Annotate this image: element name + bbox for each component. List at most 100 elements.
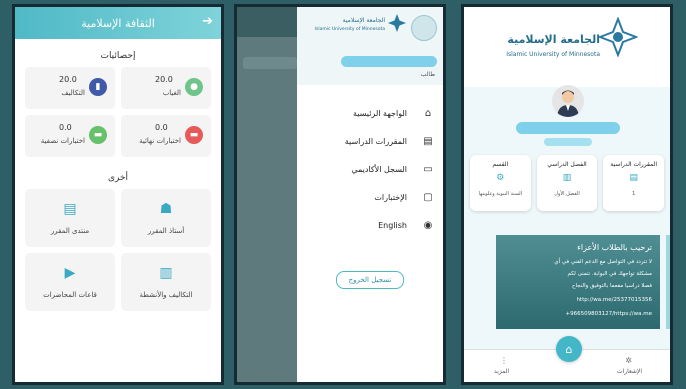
more-icon[interactable]: ⋮ xyxy=(500,356,508,365)
menu-label: الإختبارات xyxy=(374,192,407,202)
arrow-right-icon[interactable]: ➔ xyxy=(202,14,213,29)
bottom-nav: ⌂ ⋮ المزيد ✲ الإشعارات xyxy=(464,336,670,382)
card-value: الفصل الأول xyxy=(554,191,580,197)
user-name-field xyxy=(516,122,620,134)
nav-notifications-label[interactable]: الإشعارات xyxy=(617,368,642,375)
logo-arabic: الجامعة الإسلامية xyxy=(342,17,385,24)
forum-icon: ▤ xyxy=(63,201,77,217)
department-card[interactable]: القسم ⚙ السنة النبوية وعلومها xyxy=(469,155,531,211)
home-icon: ⌂ xyxy=(565,342,573,356)
courses-icon: ▤ xyxy=(629,173,638,183)
banner-title: ترحيب بالطلاب الأعزاء xyxy=(577,243,652,252)
other-heading: أخرى xyxy=(107,173,129,183)
page-title: الثقافة الإسلامية xyxy=(81,16,155,30)
card-title: المقررات الدراسية xyxy=(610,161,658,168)
whatsapp-link[interactable]: http://wa.me/25377015356 xyxy=(576,297,652,303)
stat-value: 0.0 xyxy=(155,123,168,132)
exam-icon: ▢ xyxy=(423,191,433,203)
menu-item-language[interactable]: ◉ English xyxy=(297,211,443,239)
chat-icon: ▬ xyxy=(185,126,203,144)
stat-midterm-exams[interactable]: ▬ 0.0 اختبارات نصفية xyxy=(25,115,115,157)
activities-icon: ▥ xyxy=(159,265,173,281)
other-grid: ☗ أستاذ المقرر ▤ منتدى المقرر ▥ التكاليف… xyxy=(15,189,221,311)
department-icon: ⚙ xyxy=(496,173,505,183)
stat-label: اختبارات نصفية xyxy=(40,137,85,145)
stat-value: 20.0 xyxy=(59,75,77,84)
chat-icon: ▬ xyxy=(89,126,107,144)
drawer-menu: ⌂ الواجهة الرئيسية ▤ المقررات الدراسية ▭… xyxy=(297,99,443,239)
stat-label: اختبارات نهائية xyxy=(139,137,181,145)
courses-card[interactable]: المقررات الدراسية ▤ 1 xyxy=(603,155,664,211)
avatar[interactable] xyxy=(552,85,584,117)
dimmed-header xyxy=(237,7,297,37)
university-star-icon xyxy=(388,14,406,32)
banner-line: فصلا دراسيا مفعما بالتوفيق والنجاح xyxy=(571,283,652,289)
user-name-field xyxy=(341,56,437,67)
dimmed-background[interactable] xyxy=(237,7,297,382)
stat-absence[interactable]: ● 20.0 الغياب xyxy=(121,67,211,109)
menu-item-exams[interactable]: ▢ الإختبارات xyxy=(297,183,443,211)
stat-label: التكاليف xyxy=(61,89,85,97)
navigation-drawer: الجامعة الإسلامية Islamic University of … xyxy=(297,7,443,382)
logout-button[interactable]: تسجيل الخروج xyxy=(336,271,404,289)
stat-assignments[interactable]: ▮ 20.0 التكاليف xyxy=(25,67,115,109)
stats-grid: ● 20.0 الغياب ▮ 20.0 التكاليف ▬ 0.0 اختب… xyxy=(15,67,221,157)
university-name-english: Islamic University of Minnesota xyxy=(506,51,600,58)
card-title: الفصل الدراسي xyxy=(547,161,587,168)
drawer-menu-screen: الجامعة الإسلامية Islamic University of … xyxy=(234,4,446,385)
nav-more-label[interactable]: المزيد xyxy=(494,368,509,375)
banner-scrollbar[interactable] xyxy=(666,235,670,329)
card-title: القسم xyxy=(492,161,509,168)
semester-icon: ▥ xyxy=(562,173,572,183)
home-button[interactable]: ⌂ xyxy=(556,336,582,362)
menu-item-home[interactable]: ⌂ الواجهة الرئيسية xyxy=(297,99,443,127)
video-icon: ▶ xyxy=(64,265,76,281)
activities-button[interactable]: ▥ التكاليف والأنشطة xyxy=(121,253,211,311)
whatsapp-link[interactable]: +966509803127/https://wa.me xyxy=(565,311,652,317)
menu-item-courses[interactable]: ▤ المقررات الدراسية xyxy=(297,127,443,155)
university-emblem-icon xyxy=(411,15,437,41)
user-icon: ● xyxy=(185,78,203,96)
stat-value: 20.0 xyxy=(155,75,173,84)
semester-card[interactable]: الفصل الدراسي ▥ الفصل الأول xyxy=(536,155,598,211)
card-value: السنة النبوية وعلومها xyxy=(478,191,523,197)
card-value: 1 xyxy=(632,191,636,197)
menu-label: السجل الأكاديمي xyxy=(351,164,407,174)
menu-label: English xyxy=(378,220,407,230)
stat-value: 0.0 xyxy=(59,123,72,132)
tile-label: التكاليف والأنشطة xyxy=(139,291,193,299)
banner-line: لا تتردد في التواصل مع الدعم الفني في أي xyxy=(554,259,652,265)
tile-label: منتدى المقرر xyxy=(50,227,90,235)
home-screen: الجامعة الإسلامية Islamic University of … xyxy=(461,4,673,385)
menu-label: الواجهة الرئيسية xyxy=(352,108,407,118)
bell-icon[interactable]: ✲ xyxy=(625,356,632,365)
banner-line: مشكلة تواجهك في البوابة. نتمنى لكم xyxy=(567,271,652,277)
home-header: الجامعة الإسلامية Islamic University of … xyxy=(464,7,670,87)
user-avatar-icon xyxy=(557,90,579,117)
drawer-header: الجامعة الإسلامية Islamic University of … xyxy=(297,7,443,85)
university-star-icon xyxy=(598,17,638,57)
course-forum-button[interactable]: ▤ منتدى المقرر xyxy=(25,189,115,247)
course-teacher-button[interactable]: ☗ أستاذ المقرر xyxy=(121,189,211,247)
stat-final-exams[interactable]: ▬ 0.0 اختبارات نهائية xyxy=(121,115,211,157)
globe-icon: ◉ xyxy=(423,219,433,231)
user-id-field xyxy=(544,138,592,146)
tile-label: قاعات المحاضرات xyxy=(43,291,97,299)
logo-english: Islamic University of Minnesota xyxy=(314,27,385,32)
app-header: الثقافة الإسلامية ➔ xyxy=(15,7,221,39)
record-icon: ▭ xyxy=(423,163,433,175)
dimmed-bar xyxy=(243,57,297,69)
home-icon: ⌂ xyxy=(424,107,432,119)
menu-label: المقررات الدراسية xyxy=(344,136,407,146)
lecture-halls-button[interactable]: ▶ قاعات المحاضرات xyxy=(25,253,115,311)
user-role: طالب xyxy=(420,71,435,78)
book-icon: ▤ xyxy=(423,135,433,147)
menu-item-record[interactable]: ▭ السجل الأكاديمي xyxy=(297,155,443,183)
stats-heading: إحصائيات xyxy=(100,51,136,61)
stat-label: الغياب xyxy=(162,89,181,97)
course-stats-screen: الثقافة الإسلامية ➔ إحصائيات ● 20.0 الغي… xyxy=(12,4,224,385)
chart-icon: ▮ xyxy=(89,78,107,96)
teacher-icon: ☗ xyxy=(159,201,173,217)
tile-label: أستاذ المقرر xyxy=(147,227,185,235)
welcome-banner: ترحيب بالطلاب الأعزاء لا تتردد في التواص… xyxy=(496,235,660,329)
